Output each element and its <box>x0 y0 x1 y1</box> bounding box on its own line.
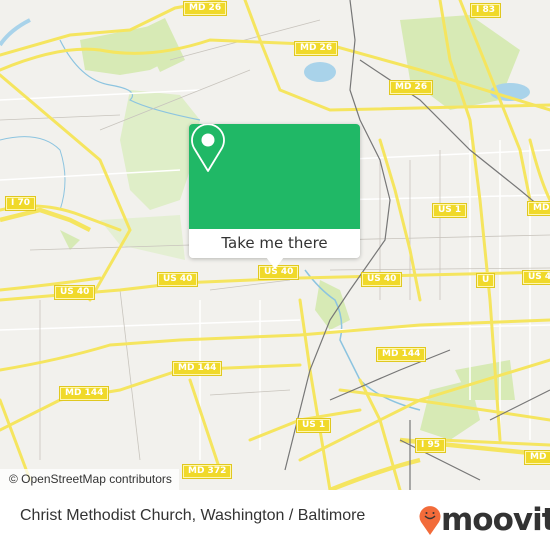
road-shield: US 1 <box>431 203 468 218</box>
park-area <box>60 230 80 250</box>
footer-bar: Christ Methodist Church, Washington / Ba… <box>0 490 550 550</box>
road-shield: MD 144 <box>58 386 110 401</box>
road-shield: US 4 <box>521 270 550 285</box>
park-area <box>100 215 185 260</box>
location-popup: Take me there <box>189 124 360 269</box>
lake <box>304 62 336 82</box>
road-shield: MD 144 <box>375 347 427 362</box>
road-shield: US 1 <box>295 418 332 433</box>
moovit-pin-smile-icon <box>419 506 441 535</box>
road-shield: US 40 <box>156 272 199 287</box>
map[interactable]: MD 26 I 83 MD 26 MD 26 I 70 US 1 MD US 4… <box>0 0 550 490</box>
road-shield: MD <box>523 450 550 465</box>
road-shield: U <box>475 273 496 288</box>
popup-header <box>189 124 360 229</box>
park-area <box>120 90 200 210</box>
road-shield: MD 144 <box>171 361 223 376</box>
road-shield: US 40 <box>360 272 403 287</box>
road-shield: MD 372 <box>181 464 233 479</box>
road-shield: I 83 <box>469 3 502 18</box>
road-shield: MD 26 <box>293 41 339 56</box>
take-me-there-button[interactable]: Take me there <box>189 229 360 257</box>
map-pin-icon <box>191 124 225 172</box>
popup-footer: Take me there <box>189 229 360 258</box>
location-title: Christ Methodist Church, Washington / Ba… <box>20 507 366 524</box>
map-attribution[interactable]: © OpenStreetMap contributors <box>0 469 179 490</box>
river <box>0 18 31 47</box>
road-shield: US 40 <box>53 285 96 300</box>
road-shield: I 95 <box>414 438 447 453</box>
moovit-wordmark: moovit <box>441 502 550 538</box>
road-shield: I 70 <box>4 196 37 211</box>
road-shield: MD 26 <box>388 80 434 95</box>
road-shield: MD 26 <box>182 1 228 16</box>
popup-pointer <box>266 257 284 269</box>
road-shield: MD <box>526 201 550 216</box>
